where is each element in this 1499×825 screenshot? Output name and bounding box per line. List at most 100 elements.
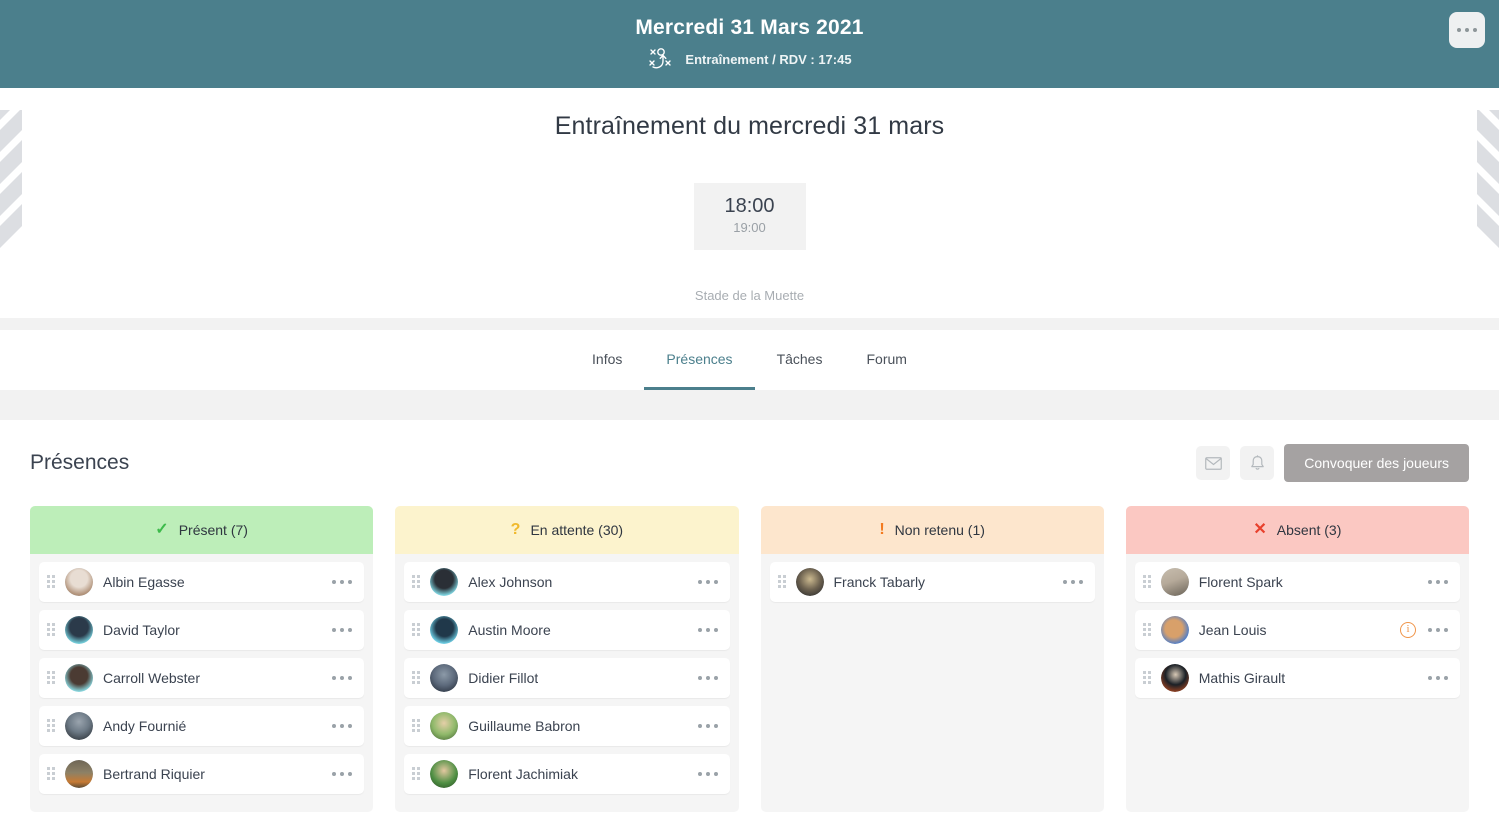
row-menu-button[interactable] — [1428, 580, 1448, 584]
avatar — [65, 664, 93, 692]
column-present: ✓ Présent (7) Albin Egasse David Taylor … — [30, 506, 374, 812]
player-row[interactable]: Carroll Webster — [39, 658, 365, 698]
avatar — [430, 664, 459, 692]
row-actions — [332, 580, 353, 584]
avatar — [430, 616, 459, 644]
avatar — [430, 760, 459, 788]
player-row[interactable]: Franck Tabarly — [769, 562, 1095, 602]
row-menu-button[interactable] — [1062, 580, 1083, 584]
drag-handle-icon[interactable] — [412, 575, 422, 589]
avatar — [1160, 664, 1189, 692]
row-menu-button[interactable] — [332, 724, 353, 728]
bell-icon — [1250, 454, 1264, 470]
drag-handle-icon[interactable] — [1142, 575, 1153, 589]
row-menu-button[interactable] — [697, 580, 718, 584]
info-icon[interactable]: i — [1400, 622, 1416, 638]
spacer — [0, 318, 1499, 330]
player-name: Franck Tabarly — [833, 574, 926, 590]
drag-handle-icon[interactable] — [47, 671, 57, 685]
top-bar: Mercredi 31 Mars 2021 Entraînement / RDV… — [0, 0, 1499, 88]
drag-handle-icon[interactable] — [412, 671, 422, 685]
event-start-time: 18:00 — [724, 195, 775, 217]
player-row[interactable]: Florent Jachimiak — [404, 754, 730, 794]
row-actions — [697, 724, 718, 728]
tab-forum[interactable]: Forum — [844, 330, 928, 390]
player-name: Didier Fillot — [468, 670, 539, 686]
spacer — [0, 390, 1499, 420]
row-menu-button[interactable] — [332, 628, 353, 632]
player-row[interactable]: David Taylor — [39, 610, 365, 650]
row-menu-button[interactable] — [332, 676, 353, 680]
event-type-and-meeting-time: Entraînement / RDV : 17:45 — [685, 51, 852, 67]
column-header-not-retained: ! Non retenu (1) — [760, 506, 1104, 554]
player-row[interactable]: Austin Moore — [404, 610, 730, 650]
drag-handle-icon[interactable] — [777, 575, 788, 589]
row-menu-button[interactable] — [332, 772, 353, 776]
drag-handle-icon[interactable] — [412, 767, 422, 781]
player-row[interactable]: Albin Egasse — [39, 562, 365, 602]
player-name: Florent Jachimiak — [468, 766, 578, 782]
send-notification-button[interactable] — [1240, 446, 1275, 480]
tab-presences[interactable]: Présences — [644, 330, 755, 390]
drag-handle-icon[interactable] — [47, 767, 57, 781]
row-actions — [332, 628, 353, 632]
player-row[interactable]: Jean Louis i — [1134, 610, 1460, 650]
page-title: Entraînement du mercredi 31 mars — [554, 112, 945, 140]
column-absent: ✕ Absent (3) Florent Spark Jean Louis i … — [1125, 506, 1469, 812]
player-row[interactable]: Didier Fillot — [404, 658, 730, 698]
convoke-players-button[interactable]: Convoquer des joueurs — [1284, 444, 1469, 482]
player-name: Andy Fournié — [103, 718, 187, 734]
event-time-box: 18:00 19:00 — [693, 183, 806, 250]
column-body-not-retained: Franck Tabarly — [760, 554, 1104, 812]
row-menu-button[interactable] — [1428, 676, 1448, 680]
column-label: Présent (7) — [178, 522, 248, 538]
envelope-icon — [1204, 456, 1222, 470]
row-actions: i — [1400, 622, 1448, 638]
send-email-button[interactable] — [1196, 446, 1231, 480]
more-options-button[interactable] — [1449, 12, 1485, 48]
header-actions: Convoquer des joueurs — [1196, 444, 1469, 482]
row-actions — [1062, 580, 1083, 584]
tab-taches[interactable]: Tâches — [755, 330, 845, 390]
row-menu-button[interactable] — [1428, 628, 1448, 632]
player-row[interactable]: Bertrand Riquier — [39, 754, 365, 794]
row-menu-button[interactable] — [332, 580, 353, 584]
drag-handle-icon[interactable] — [1142, 671, 1153, 685]
player-name: Florent Spark — [1198, 574, 1283, 590]
player-row[interactable]: Mathis Girault — [1134, 658, 1460, 698]
drag-handle-icon[interactable] — [47, 575, 57, 589]
question-icon: ? — [510, 521, 521, 538]
column-header-waiting: ? En attente (30) — [395, 506, 739, 554]
drag-handle-icon[interactable] — [47, 719, 57, 733]
event-attendance-page: Mercredi 31 Mars 2021 Entraînement / RDV… — [0, 0, 1499, 825]
drag-handle-icon[interactable] — [412, 623, 422, 637]
drag-handle-icon[interactable] — [1142, 623, 1153, 637]
row-actions — [697, 676, 718, 680]
row-actions — [697, 772, 718, 776]
avatar — [795, 568, 824, 596]
column-label: Absent (3) — [1276, 522, 1342, 538]
player-name: Mathis Girault — [1198, 670, 1286, 686]
column-header-present: ✓ Présent (7) — [30, 506, 374, 554]
event-hero: Entraînement du mercredi 31 mars 18:00 1… — [0, 88, 1499, 318]
player-name: David Taylor — [103, 622, 180, 638]
row-menu-button[interactable] — [697, 676, 718, 680]
drag-handle-icon[interactable] — [47, 623, 57, 637]
row-actions — [332, 724, 353, 728]
avatar — [65, 616, 93, 644]
tab-infos[interactable]: Infos — [570, 330, 644, 390]
dot — [1457, 28, 1461, 32]
row-menu-button[interactable] — [697, 772, 718, 776]
player-row[interactable]: Andy Fournié — [39, 706, 365, 746]
player-row[interactable]: Alex Johnson — [404, 562, 730, 602]
column-label: Non retenu (1) — [894, 522, 985, 538]
drag-handle-icon[interactable] — [412, 719, 422, 733]
row-menu-button[interactable] — [697, 628, 718, 632]
player-row[interactable]: Florent Spark — [1134, 562, 1460, 602]
row-menu-button[interactable] — [697, 724, 718, 728]
player-row[interactable]: Guillaume Babron — [404, 706, 730, 746]
dot — [1473, 28, 1477, 32]
attendance-columns: ✓ Présent (7) Albin Egasse David Taylor … — [30, 506, 1469, 812]
avatar — [1160, 616, 1189, 644]
column-body-waiting: Alex Johnson Austin Moore Didier Fillot … — [395, 554, 739, 812]
